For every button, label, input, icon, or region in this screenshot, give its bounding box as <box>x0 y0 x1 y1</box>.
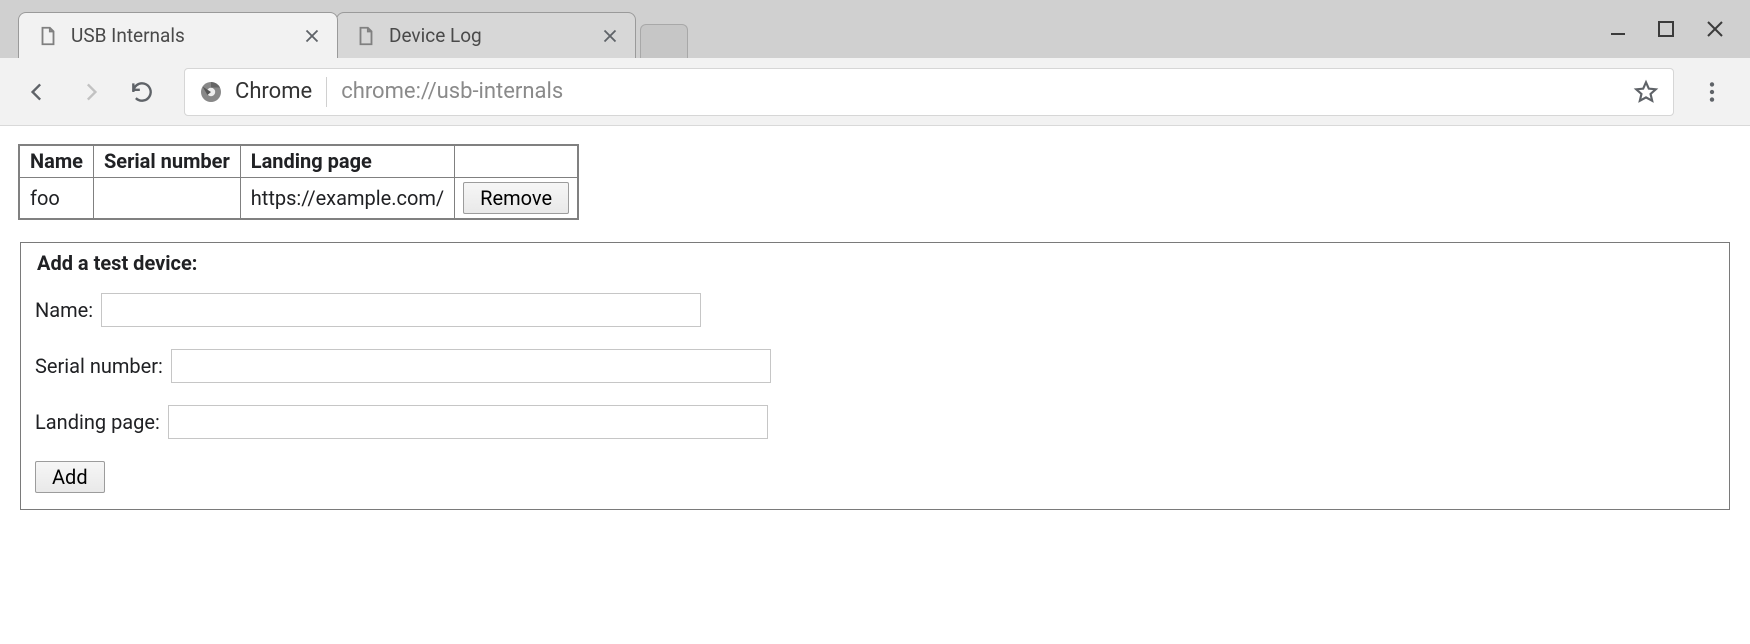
toolbar: Chrome chrome://usb-internals <box>0 58 1750 126</box>
chrome-icon <box>199 80 223 104</box>
forward-button[interactable] <box>68 70 112 114</box>
separator <box>326 77 327 107</box>
col-landing: Landing page <box>240 145 454 177</box>
col-name: Name <box>19 145 93 177</box>
col-action <box>455 145 578 177</box>
cell-serial <box>93 177 240 219</box>
back-button[interactable] <box>16 70 60 114</box>
table-row: foo https://example.com/ Remove <box>19 177 578 219</box>
add-device-fieldset: Add a test device: Name: Serial number: … <box>20 242 1730 510</box>
devices-table: Name Serial number Landing page foo http… <box>18 144 579 220</box>
url-text: chrome://usb-internals <box>341 79 1619 104</box>
landing-input[interactable] <box>168 405 768 439</box>
tab-device-log[interactable]: Device Log <box>336 12 636 58</box>
page-icon <box>37 25 59 47</box>
maximize-icon[interactable] <box>1656 19 1676 39</box>
landing-label: Landing page: <box>35 410 160 434</box>
tab-strip: USB Internals Device Log <box>0 0 1750 58</box>
close-icon[interactable] <box>301 25 323 47</box>
col-serial: Serial number <box>93 145 240 177</box>
tab-title: USB Internals <box>71 24 289 47</box>
close-window-icon[interactable] <box>1704 18 1726 40</box>
window-controls <box>1608 0 1742 58</box>
serial-input[interactable] <box>171 349 771 383</box>
page-icon <box>355 25 377 47</box>
remove-button[interactable]: Remove <box>463 182 569 214</box>
new-tab-button[interactable] <box>640 24 688 58</box>
page-content: Name Serial number Landing page foo http… <box>0 126 1750 528</box>
tab-usb-internals[interactable]: USB Internals <box>18 12 338 58</box>
cell-action: Remove <box>455 177 578 219</box>
minimize-icon[interactable] <box>1608 19 1628 39</box>
add-button[interactable]: Add <box>35 461 105 493</box>
name-input[interactable] <box>101 293 701 327</box>
bookmark-star-icon[interactable] <box>1633 79 1659 105</box>
close-icon[interactable] <box>599 25 621 47</box>
add-device-legend: Add a test device: <box>35 251 199 275</box>
serial-label: Serial number: <box>35 354 163 378</box>
tab-title: Device Log <box>389 24 587 47</box>
origin-label: Chrome <box>235 79 312 104</box>
cell-landing: https://example.com/ <box>240 177 454 219</box>
omnibox[interactable]: Chrome chrome://usb-internals <box>184 68 1674 116</box>
name-label: Name: <box>35 298 93 322</box>
menu-button[interactable] <box>1690 70 1734 114</box>
reload-button[interactable] <box>120 70 164 114</box>
chrome-origin-chip: Chrome <box>199 79 312 104</box>
cell-name: foo <box>19 177 93 219</box>
